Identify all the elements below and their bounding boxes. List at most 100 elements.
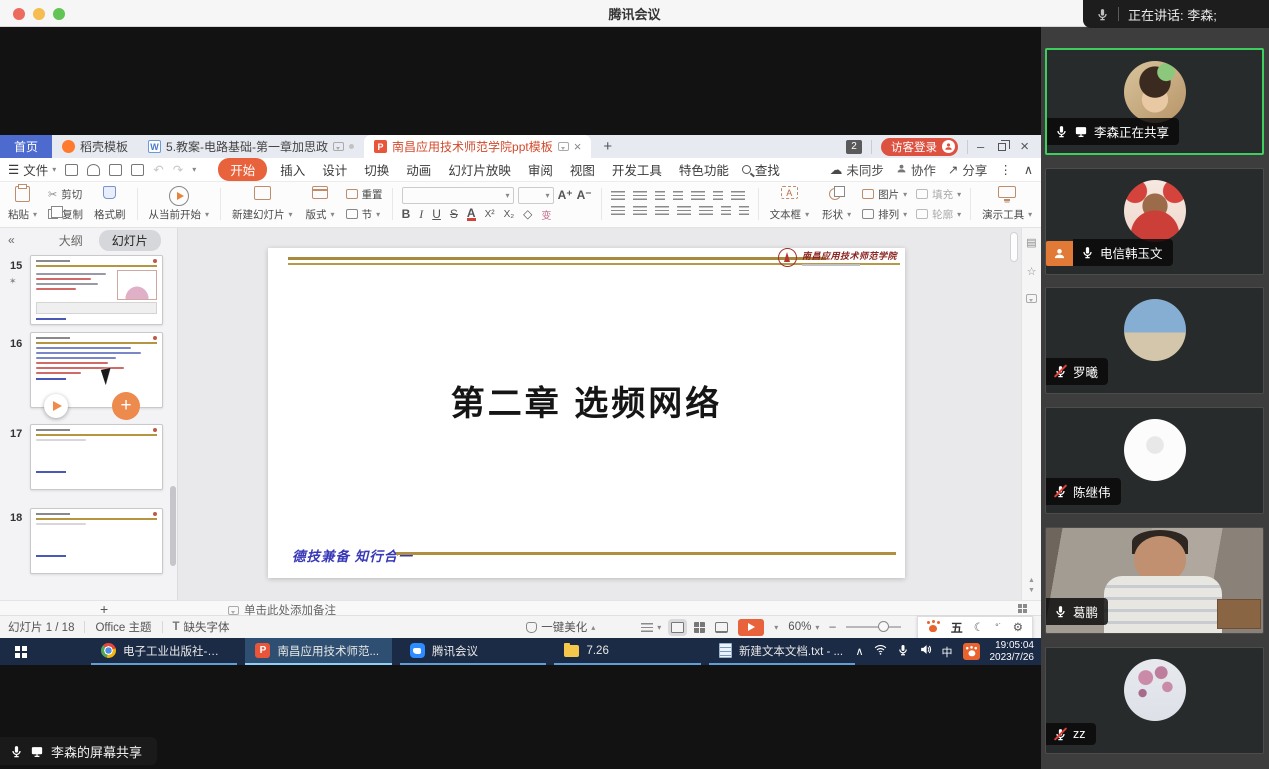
italic-button[interactable]: I bbox=[419, 207, 423, 222]
minimize-window-button[interactable] bbox=[33, 8, 45, 20]
decrease-font-button[interactable]: A⁻ bbox=[577, 188, 592, 202]
slide-title[interactable]: 第二章 选频网络 bbox=[268, 376, 905, 425]
screen-share-banner[interactable]: 李森的屏幕共享 bbox=[0, 737, 157, 765]
qat-dropdown-icon[interactable]: ▾ bbox=[192, 165, 196, 174]
present-tools-button[interactable]: 演示工具▾ bbox=[980, 184, 1034, 224]
zoom-out-button[interactable]: – bbox=[829, 621, 835, 633]
add-slide-button[interactable]: + bbox=[100, 601, 108, 617]
format-painter-button[interactable]: 格式刷 bbox=[92, 184, 128, 224]
columns-icon[interactable] bbox=[731, 191, 745, 202]
cut-button[interactable]: ✂剪切 bbox=[48, 187, 83, 202]
menu-tab-devtools[interactable]: 开发工具 bbox=[608, 160, 666, 179]
print-icon[interactable] bbox=[109, 164, 122, 176]
prev-slide-icon[interactable]: ▲ bbox=[1028, 577, 1035, 584]
slideshow-dropdown-icon[interactable]: ▾ bbox=[774, 623, 778, 632]
shapes-button[interactable]: 形状▾ bbox=[820, 184, 853, 224]
night-mode-icon[interactable]: ☾ bbox=[974, 620, 984, 634]
font-color-button[interactable]: A bbox=[467, 208, 476, 221]
participant-tile-luoxi[interactable]: 罗曦 bbox=[1045, 287, 1264, 394]
menu-tab-view[interactable]: 视图 bbox=[566, 160, 599, 179]
menu-tab-design[interactable]: 设计 bbox=[318, 160, 351, 179]
export-icon[interactable] bbox=[87, 164, 100, 176]
copy-button[interactable]: 复制 bbox=[48, 207, 83, 222]
fill-button[interactable]: 填充▾ bbox=[916, 187, 961, 202]
start-button[interactable] bbox=[0, 646, 42, 658]
current-slide[interactable]: 南昌应用技术师范学院 第二章 选频网络 德技兼备 知行合一 bbox=[268, 248, 905, 578]
slide-thumbnail-18[interactable] bbox=[30, 508, 163, 574]
undo-icon[interactable]: ↶ bbox=[153, 162, 163, 177]
clear-format-button[interactable]: ◇ bbox=[523, 207, 532, 221]
theme-name[interactable]: Office 主题 bbox=[95, 619, 151, 635]
justify-icon[interactable] bbox=[677, 206, 691, 217]
new-tab-button[interactable]: + bbox=[591, 138, 624, 155]
new-slide-button[interactable]: 新建幻灯片▾ bbox=[230, 184, 295, 224]
participant-tile-zz[interactable]: zz bbox=[1045, 647, 1264, 754]
more-icon[interactable]: ⋮ bbox=[999, 162, 1012, 177]
picture-button[interactable]: 图片▾ bbox=[862, 187, 907, 202]
participant-tile-lisen[interactable]: 李森正在共享 bbox=[1045, 48, 1264, 155]
line-spacing-add-icon[interactable] bbox=[721, 206, 731, 217]
print-preview-icon[interactable] bbox=[131, 164, 144, 176]
subscript-button[interactable]: X₂ bbox=[504, 209, 515, 220]
close-button[interactable]: × bbox=[1020, 138, 1029, 155]
comment-pane-icon[interactable] bbox=[1026, 294, 1037, 303]
normal-view-button[interactable] bbox=[671, 622, 684, 633]
font-size-select[interactable]: ▾ bbox=[518, 187, 554, 204]
text-direction-icon[interactable] bbox=[691, 191, 705, 202]
mic-icon[interactable] bbox=[897, 643, 909, 661]
zoom-slider[interactable] bbox=[846, 626, 901, 628]
textbox-button[interactable]: A 文本框▾ bbox=[768, 184, 812, 224]
zoom-slider-handle[interactable] bbox=[878, 621, 889, 632]
menu-tab-slideshow[interactable]: 幻灯片放映 bbox=[444, 160, 515, 179]
ime-logo-icon[interactable] bbox=[927, 621, 940, 633]
volume-icon[interactable] bbox=[919, 643, 932, 661]
play-slide-button[interactable] bbox=[44, 394, 68, 418]
section-button[interactable]: 节▾ bbox=[346, 207, 383, 222]
sync-status[interactable]: ☁ 未同步 bbox=[830, 160, 884, 179]
ime-symbols-icon[interactable]: °˙ bbox=[995, 622, 1002, 632]
close-window-button[interactable] bbox=[13, 8, 25, 20]
tab-document-1[interactable]: W 5.教案-电路基础-第一章加思政 bbox=[138, 135, 364, 158]
font-family-select[interactable]: ▾ bbox=[402, 187, 514, 204]
superscript-button[interactable]: X² bbox=[485, 209, 495, 220]
zoom-level[interactable]: 60% ▾ bbox=[788, 621, 819, 633]
guest-login-button[interactable]: 访客登录 bbox=[881, 138, 958, 156]
star-icon[interactable]: ☆ bbox=[1027, 265, 1037, 278]
tray-expand-icon[interactable]: ∧ bbox=[855, 645, 863, 658]
increase-indent-icon[interactable] bbox=[673, 191, 683, 202]
slide-sorter-view-button[interactable] bbox=[694, 622, 705, 633]
layout-button[interactable]: 版式▾ bbox=[304, 184, 337, 224]
redo-icon[interactable]: ↷ bbox=[173, 162, 183, 177]
reset-button[interactable]: 重置 bbox=[346, 187, 383, 202]
close-tab-icon[interactable]: × bbox=[574, 139, 582, 154]
slideshow-button[interactable] bbox=[738, 619, 764, 636]
align-left-icon[interactable] bbox=[611, 206, 625, 217]
grid-view-icon[interactable] bbox=[1018, 604, 1027, 613]
paste-button[interactable]: 粘贴▾ bbox=[6, 184, 39, 224]
taskbar-item-browser[interactable]: 电子工业出版社-网... bbox=[91, 638, 237, 665]
play-from-current-button[interactable]: 从当前开始▾ bbox=[147, 184, 212, 224]
increase-font-button[interactable]: A⁺ bbox=[558, 188, 573, 202]
next-slide-icon[interactable]: ▼ bbox=[1028, 587, 1035, 594]
menu-tab-insert[interactable]: 插入 bbox=[276, 160, 309, 179]
bold-button[interactable]: B bbox=[402, 207, 411, 221]
ime-tray-icon[interactable] bbox=[963, 643, 980, 660]
align-text-icon[interactable] bbox=[713, 191, 723, 202]
taskbar-item-meeting[interactable]: 腾讯会议 bbox=[400, 638, 546, 665]
participant-tile-chenjiwei[interactable]: 陈继伟 bbox=[1045, 407, 1264, 514]
missing-font-warning[interactable]: T 缺失字体 bbox=[173, 619, 230, 635]
taskbar-item-notepad[interactable]: 新建文本文档.txt - ... bbox=[709, 638, 855, 665]
collapse-panel-button[interactable]: « bbox=[8, 233, 15, 247]
participant-tile-hanyuwen[interactable]: 电信韩玉文 bbox=[1045, 168, 1264, 275]
distribute-icon[interactable] bbox=[699, 206, 713, 217]
add-slide-overlay-button[interactable]: + bbox=[112, 392, 140, 420]
save-icon[interactable] bbox=[65, 164, 78, 176]
slide-thumbnail-15[interactable] bbox=[30, 255, 163, 325]
input-language[interactable]: 中 bbox=[942, 644, 953, 660]
notes-placeholder-row[interactable]: 单击此处添加备注 bbox=[228, 602, 336, 618]
taskbar-item-folder[interactable]: 7.26 bbox=[554, 638, 700, 665]
line-spacing-icon[interactable] bbox=[739, 206, 749, 217]
bullet-list-icon[interactable] bbox=[611, 191, 625, 202]
slide-canvas[interactable]: 南昌应用技术师范学院 第二章 选频网络 德技兼备 知行合一 bbox=[178, 228, 1021, 600]
find-button[interactable]: 查找 bbox=[742, 160, 780, 179]
